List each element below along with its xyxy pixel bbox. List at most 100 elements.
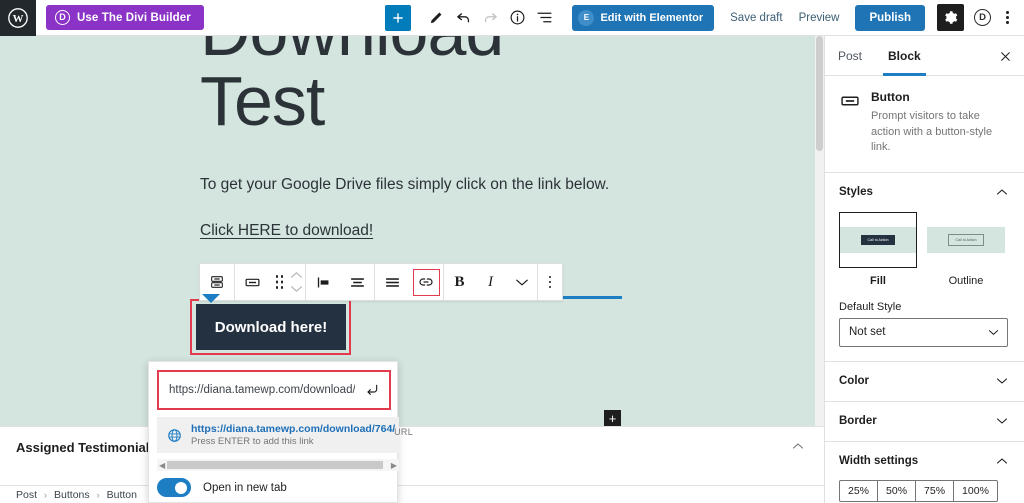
chevron-down-icon (515, 279, 528, 285)
divi-circle-icon: D (974, 9, 991, 26)
editor-canvas: Download Test To get your Google Drive f… (0, 36, 824, 426)
suggestion-url: https://diana.tamewp.com/download/764/ (191, 423, 396, 435)
section-styles-chevron[interactable] (996, 188, 1008, 196)
width-option-50[interactable]: 50% (878, 480, 917, 501)
open-in-new-tab-toggle[interactable] (157, 478, 191, 497)
breadcrumb-item-post[interactable]: Post (16, 489, 37, 501)
breadcrumb-item-button[interactable]: Button (107, 489, 137, 501)
use-divi-builder-button[interactable]: D Use The Divi Builder (46, 5, 204, 30)
elementor-badge-icon: E (578, 9, 595, 26)
page-title[interactable]: Download Test (200, 36, 630, 136)
section-width-label: Width settings (839, 454, 919, 467)
default-style-select[interactable]: Not set (839, 317, 1008, 347)
editor-more-options-button[interactable] (996, 4, 1018, 31)
default-style-value: Not set (849, 326, 886, 339)
style-preview-fill: Call to Action (839, 211, 917, 268)
change-block-type-button[interactable] (235, 264, 269, 300)
align-left-button[interactable] (306, 264, 340, 300)
block-card-icon-wrapper (839, 90, 861, 112)
section-border: Border (825, 402, 1024, 442)
chevron-up-icon (996, 458, 1008, 464)
link-popover-horizontal-scrollbar[interactable]: ◀ ▶ (157, 459, 399, 471)
width-option-75[interactable]: 75% (916, 480, 955, 501)
add-block-button[interactable] (385, 4, 412, 31)
justify-button[interactable] (375, 264, 409, 300)
publish-button[interactable]: Publish (855, 4, 925, 31)
style-label-fill: Fill (870, 274, 886, 287)
undo-button[interactable] (450, 4, 477, 31)
link-url-input[interactable] (159, 384, 355, 396)
default-style-label: Default Style (839, 300, 902, 313)
meta-panel-collapse-button[interactable] (792, 437, 804, 455)
more-rich-text-button[interactable] (506, 264, 537, 300)
edit-with-elementor-button[interactable]: E Edit with Elementor (572, 4, 715, 31)
gear-icon (945, 11, 958, 24)
breadcrumb-separator: › (44, 489, 48, 500)
block-toolbar-group-block (235, 264, 306, 300)
align-left-icon (317, 277, 328, 287)
styles-options: Call to Action Fill Call to Action Outli… (839, 211, 1008, 287)
settings-sidebar-toggle[interactable] (937, 4, 964, 31)
block-toolbar-group-options (538, 264, 562, 300)
style-preview-outline: Call to Action (927, 212, 1005, 268)
submit-link-button[interactable] (355, 382, 389, 398)
sidebar-tabs: Post Block (825, 36, 1024, 76)
breadcrumb-item-buttons[interactable]: Buttons (54, 489, 90, 501)
details-info-button[interactable] (504, 4, 531, 31)
wordpress-logo-button[interactable]: W (0, 0, 36, 36)
drag-handle[interactable] (269, 264, 287, 300)
info-icon (510, 10, 525, 25)
section-width-header[interactable]: Width settings (839, 455, 1008, 467)
chevron-up-icon (996, 189, 1008, 195)
download-here-button-block[interactable]: Download here! (196, 304, 346, 350)
italic-button[interactable]: I (475, 264, 506, 300)
popover-scrollbar-thumb[interactable] (167, 461, 383, 469)
block-movers[interactable] (287, 264, 305, 300)
section-width-chevron[interactable] (996, 457, 1008, 465)
insert-link-button[interactable] (412, 268, 440, 296)
editor-top-bar: W D Use The Divi Builder E Edit with Ele… (0, 0, 1024, 36)
align-center-button[interactable] (340, 264, 374, 300)
open-in-new-tab-label: Open in new tab (203, 481, 287, 494)
style-option-fill[interactable]: Call to Action Fill (839, 211, 917, 287)
section-styles-header[interactable]: Styles (839, 186, 1008, 198)
section-color-chevron[interactable] (996, 377, 1008, 385)
link-suggestion-row[interactable]: https://diana.tamewp.com/download/764/ P… (157, 417, 413, 453)
style-preview-fill-sample: Call to Action (860, 234, 896, 245)
paragraph-block-2[interactable]: Click HERE to download! (200, 222, 373, 240)
width-option-25[interactable]: 25% (840, 480, 879, 501)
block-description: Prompt visitors to take action with a bu… (871, 110, 993, 154)
section-color-label: Color (839, 374, 870, 387)
list-view-button[interactable] (531, 4, 558, 31)
preview-button[interactable]: Preview (799, 12, 840, 24)
toggle-knob (175, 481, 187, 494)
open-in-new-tab-row[interactable]: Open in new tab (157, 478, 287, 497)
section-styles: Styles Call to Action Fill Call to Actio… (825, 173, 1024, 362)
redo-button[interactable] (477, 4, 504, 31)
width-option-100[interactable]: 100% (954, 481, 997, 501)
scroll-left-arrow-icon[interactable]: ◀ (157, 461, 167, 470)
canvas-scrollbar-thumb[interactable] (816, 36, 823, 151)
paragraph-block-1[interactable]: To get your Google Drive files simply cl… (200, 176, 609, 194)
section-border-header[interactable]: Border (839, 415, 1008, 427)
block-card-text: Button Prompt visitors to take action wi… (871, 90, 1008, 156)
breadcrumb-separator: › (96, 489, 100, 500)
save-draft-button[interactable]: Save draft (730, 12, 782, 24)
close-sidebar-button[interactable] (996, 47, 1014, 65)
move-down-icon (290, 286, 302, 292)
link-icon (419, 278, 433, 286)
block-options-button[interactable] (538, 264, 562, 300)
section-border-label: Border (839, 414, 877, 427)
tab-block[interactable]: Block (875, 36, 934, 76)
section-border-chevron[interactable] (996, 417, 1008, 425)
width-percentage-group: 25% 50% 75% 100% (839, 479, 998, 502)
bold-button[interactable]: B (444, 264, 475, 300)
divi-options-button[interactable]: D (969, 4, 996, 31)
edit-pen-button[interactable] (423, 4, 450, 31)
scroll-right-arrow-icon[interactable]: ▶ (389, 461, 399, 470)
section-color-header[interactable]: Color (839, 375, 1008, 387)
canvas-scrollbar[interactable] (815, 36, 824, 426)
style-option-outline[interactable]: Call to Action Outline (927, 212, 1005, 287)
inline-block-inserter[interactable]: + (604, 410, 621, 426)
tab-post[interactable]: Post (825, 36, 875, 76)
